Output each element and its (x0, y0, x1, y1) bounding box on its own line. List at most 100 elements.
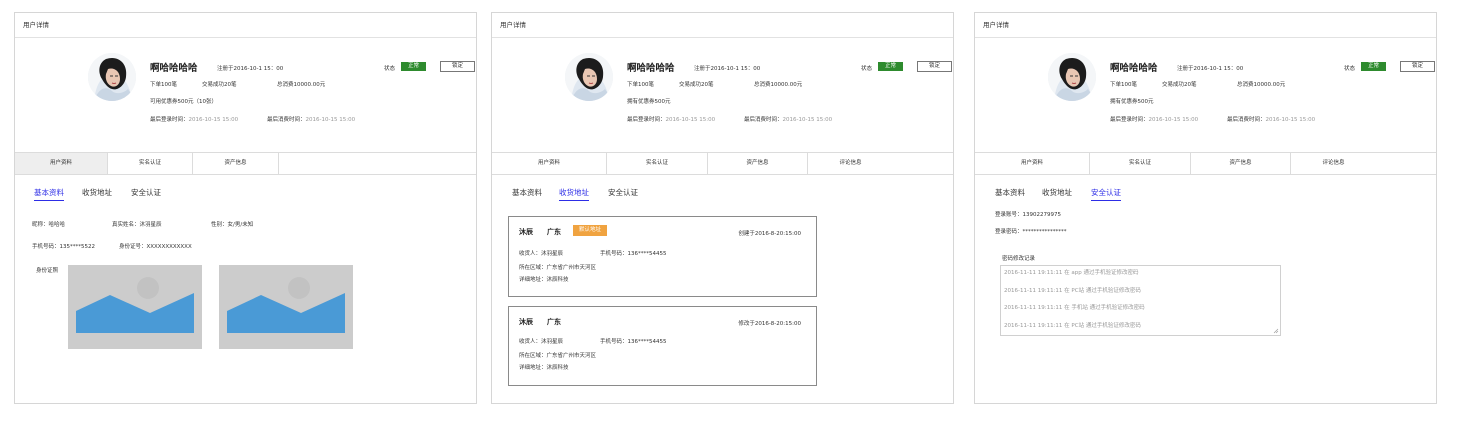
success-count: 交易成功20笔 (1162, 82, 1197, 88)
last-login-label: 最后登录时间： (627, 117, 666, 123)
coupon-info: 拥有优惠券500元 (627, 99, 671, 105)
tab-user-profile[interactable]: 用户资料 (492, 153, 607, 174)
register-time: 注册于2016-10-1 15：00 (1177, 66, 1244, 72)
real-name: 真实姓名：沐羽星辰 (112, 222, 162, 228)
order-count: 下单100笔 (150, 82, 177, 88)
last-spend-label: 最后消费时间： (744, 117, 783, 123)
address-detail: 详细地址：沐辰科技 (519, 365, 569, 371)
user-detail-panel-security: 用户详情 啊哈哈哈哈 注册于2016-10-1 15：00 下单100笔 交易成… (974, 12, 1437, 404)
last-spend-label: 最后消费时间： (267, 117, 306, 123)
user-name: 啊哈哈哈哈 (1110, 63, 1158, 74)
last-spend-label: 最后消费时间： (1227, 117, 1266, 123)
lock-button[interactable]: 锁定 (1400, 61, 1435, 72)
tab-assets[interactable]: 资产信息 (193, 153, 279, 174)
address-phone: 手机号码：136****54455 (600, 339, 667, 345)
login-account: 登录账号：13902279975 (995, 212, 1061, 218)
phone: 手机号码：135****5522 (32, 244, 95, 250)
last-spend-value: 2016-10-15 15:00 (782, 117, 833, 123)
address-card[interactable]: 沐辰 广东 默认地址 创建于2016-8-20:15:00 收货人：沐羽星辰 手… (508, 216, 817, 297)
last-spend: 最后消费时间：2016-10-15 15:00 (267, 115, 355, 123)
success-count: 交易成功20笔 (202, 82, 237, 88)
subtab-security[interactable]: 安全认证 (608, 187, 638, 198)
address-region: 所在区域：广东省广州市天河区 (519, 265, 597, 271)
avatar (88, 53, 136, 101)
login-password: 登录密码：**************** (995, 229, 1067, 235)
tab-assets[interactable]: 资产信息 (708, 153, 808, 174)
id-photo-front (68, 265, 202, 349)
subtab-address[interactable]: 收货地址 (1042, 187, 1072, 198)
address-phone: 手机号码：136****54455 (600, 251, 667, 257)
tab-real-name[interactable]: 实名认证 (108, 153, 193, 174)
status-badge: 正常 (1361, 62, 1386, 71)
status-label: 状态 (384, 66, 396, 72)
id-photo-label: 身份证照 (36, 268, 59, 274)
user-detail-panel-basic: 用户详情 啊哈哈哈哈 注册于2016-10-1 15：00 下单100笔 交易成… (14, 12, 477, 404)
total-spend: 总消费10000.00元 (754, 82, 803, 88)
address-time: 修改于2016-8-20:15:00 (738, 321, 801, 327)
total-spend: 总消费10000.00元 (277, 82, 326, 88)
avatar (1048, 53, 1096, 101)
tab-real-name[interactable]: 实名认证 (607, 153, 708, 174)
status-badge: 正常 (878, 62, 903, 71)
panel-title: 用户详情 (975, 13, 1436, 38)
subtab-address[interactable]: 收货地址 (82, 187, 112, 198)
gender: 性别：女/男/未知 (211, 222, 254, 228)
log-item: 2016-11-11 19:11:11 在 app 通过手机验证修改密码 (1004, 270, 1139, 276)
nickname: 昵称：哈哈哈 (32, 222, 66, 228)
status-label: 状态 (861, 66, 873, 72)
coupon-info: 拥有优惠券500元 (1110, 99, 1154, 105)
lock-button[interactable]: 锁定 (440, 61, 475, 72)
lock-button[interactable]: 锁定 (917, 61, 952, 72)
panel-title: 用户详情 (492, 13, 953, 38)
total-spend: 总消费10000.00元 (1237, 82, 1286, 88)
register-time: 注册于2016-10-1 15：00 (694, 66, 761, 72)
success-count: 交易成功20笔 (679, 82, 714, 88)
log-item: 2016-11-11 19:11:11 在 PC站 通过手机验证修改密码 (1004, 288, 1141, 294)
id-card: 身份证号：XXXXXXXXXXXX (119, 244, 192, 250)
address-card[interactable]: 沐辰 广东 修改于2016-8-20:15:00 收货人：沐羽星辰 手机号码：1… (508, 306, 817, 386)
subtab-basic[interactable]: 基本资料 (995, 187, 1025, 198)
last-login-value: 2016-10-15 15:00 (665, 117, 716, 123)
address-province: 广东 (547, 228, 561, 236)
address-province: 广东 (547, 318, 561, 326)
address-recipient: 收货人：沐羽星辰 (519, 251, 564, 257)
log-item: 2016-11-11 19:11:11 在 PC站 通过手机验证修改密码 (1004, 323, 1141, 329)
default-address-badge: 默认地址 (573, 225, 607, 236)
user-detail-panel-address: 用户详情 啊哈哈哈哈 注册于2016-10-1 15：00 下单100笔 交易成… (491, 12, 954, 404)
subtab-security[interactable]: 安全认证 (1091, 187, 1121, 201)
address-recipient: 收货人：沐羽星辰 (519, 339, 564, 345)
id-photo-back (219, 265, 353, 349)
user-name: 啊哈哈哈哈 (627, 63, 675, 74)
last-spend: 最后消费时间：2016-10-15 15:00 (744, 115, 832, 123)
order-count: 下单100笔 (627, 82, 654, 88)
password-log-box[interactable]: 2016-11-11 19:11:11 在 app 通过手机验证修改密码 201… (1000, 265, 1281, 336)
subtab-security[interactable]: 安全认证 (131, 187, 161, 198)
tab-comments[interactable]: 评论信息 (808, 153, 893, 174)
resize-grip-icon[interactable] (1273, 328, 1279, 334)
tab-comments[interactable]: 评论信息 (1291, 153, 1376, 174)
subtab-address[interactable]: 收货地址 (559, 187, 589, 201)
status-label: 状态 (1344, 66, 1356, 72)
last-login: 最后登录时间：2016-10-15 15:00 (1110, 115, 1198, 123)
last-spend-value: 2016-10-15 15:00 (305, 117, 356, 123)
coupon-info: 可用优惠券500元（10张） (150, 99, 217, 105)
last-login-label: 最后登录时间： (1110, 117, 1149, 123)
tab-user-profile[interactable]: 用户资料 (975, 153, 1090, 174)
tab-user-profile[interactable]: 用户资料 (15, 153, 108, 174)
last-spend-value: 2016-10-15 15:00 (1265, 117, 1316, 123)
subtab-basic[interactable]: 基本资料 (512, 187, 542, 198)
address-region: 所在区域：广东省广州市天河区 (519, 353, 597, 359)
address-time: 创建于2016-8-20:15:00 (738, 231, 801, 237)
last-login: 最后登录时间：2016-10-15 15:00 (150, 115, 238, 123)
register-time: 注册于2016-10-1 15：00 (217, 66, 284, 72)
tab-real-name[interactable]: 实名认证 (1090, 153, 1191, 174)
last-login-value: 2016-10-15 15:00 (1148, 117, 1199, 123)
main-tabs: 用户资料 实名认证 资产信息 评论信息 (975, 152, 1436, 175)
tab-assets[interactable]: 资产信息 (1191, 153, 1291, 174)
main-tabs: 用户资料 实名认证 资产信息 (15, 152, 476, 175)
status-badge: 正常 (401, 62, 426, 71)
log-item: 2016-11-11 19:11:11 在 手机站 通过手机验证修改密码 (1004, 305, 1145, 311)
avatar (565, 53, 613, 101)
user-name: 啊哈哈哈哈 (150, 63, 198, 74)
subtab-basic[interactable]: 基本资料 (34, 187, 64, 201)
